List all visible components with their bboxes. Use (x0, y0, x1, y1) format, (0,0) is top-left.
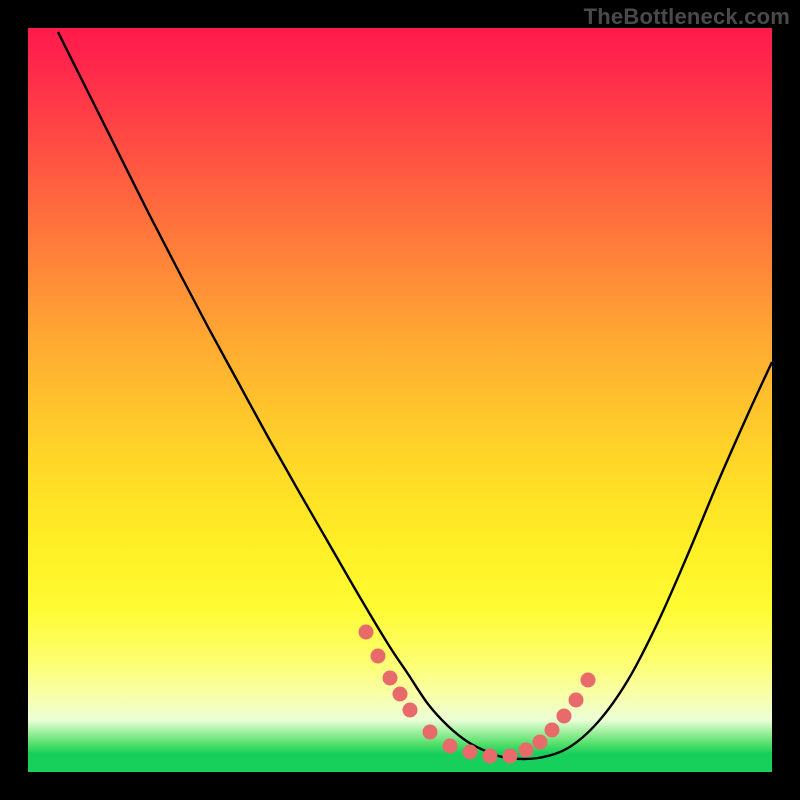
curve-marker (519, 743, 534, 758)
plot-area (28, 28, 772, 772)
chart-frame: TheBottleneck.com (0, 0, 800, 800)
curve-marker (359, 625, 374, 640)
curve-marker (463, 745, 478, 760)
curve-marker (545, 723, 560, 738)
curve-marker (557, 709, 572, 724)
watermark-text: TheBottleneck.com (584, 4, 790, 30)
curve-marker (393, 687, 408, 702)
curve-marker (423, 725, 438, 740)
curve-marker (581, 673, 596, 688)
curve-marker (383, 671, 398, 686)
curve-marker (403, 703, 418, 718)
curve-marker (503, 749, 518, 764)
curve-marker (443, 739, 458, 754)
curve-marker (533, 735, 548, 750)
chart-overlay (28, 28, 772, 772)
curve-markers (359, 625, 596, 764)
bottleneck-curve (58, 32, 772, 759)
curve-marker (569, 693, 584, 708)
curve-marker (483, 749, 498, 764)
curve-marker (371, 649, 386, 664)
